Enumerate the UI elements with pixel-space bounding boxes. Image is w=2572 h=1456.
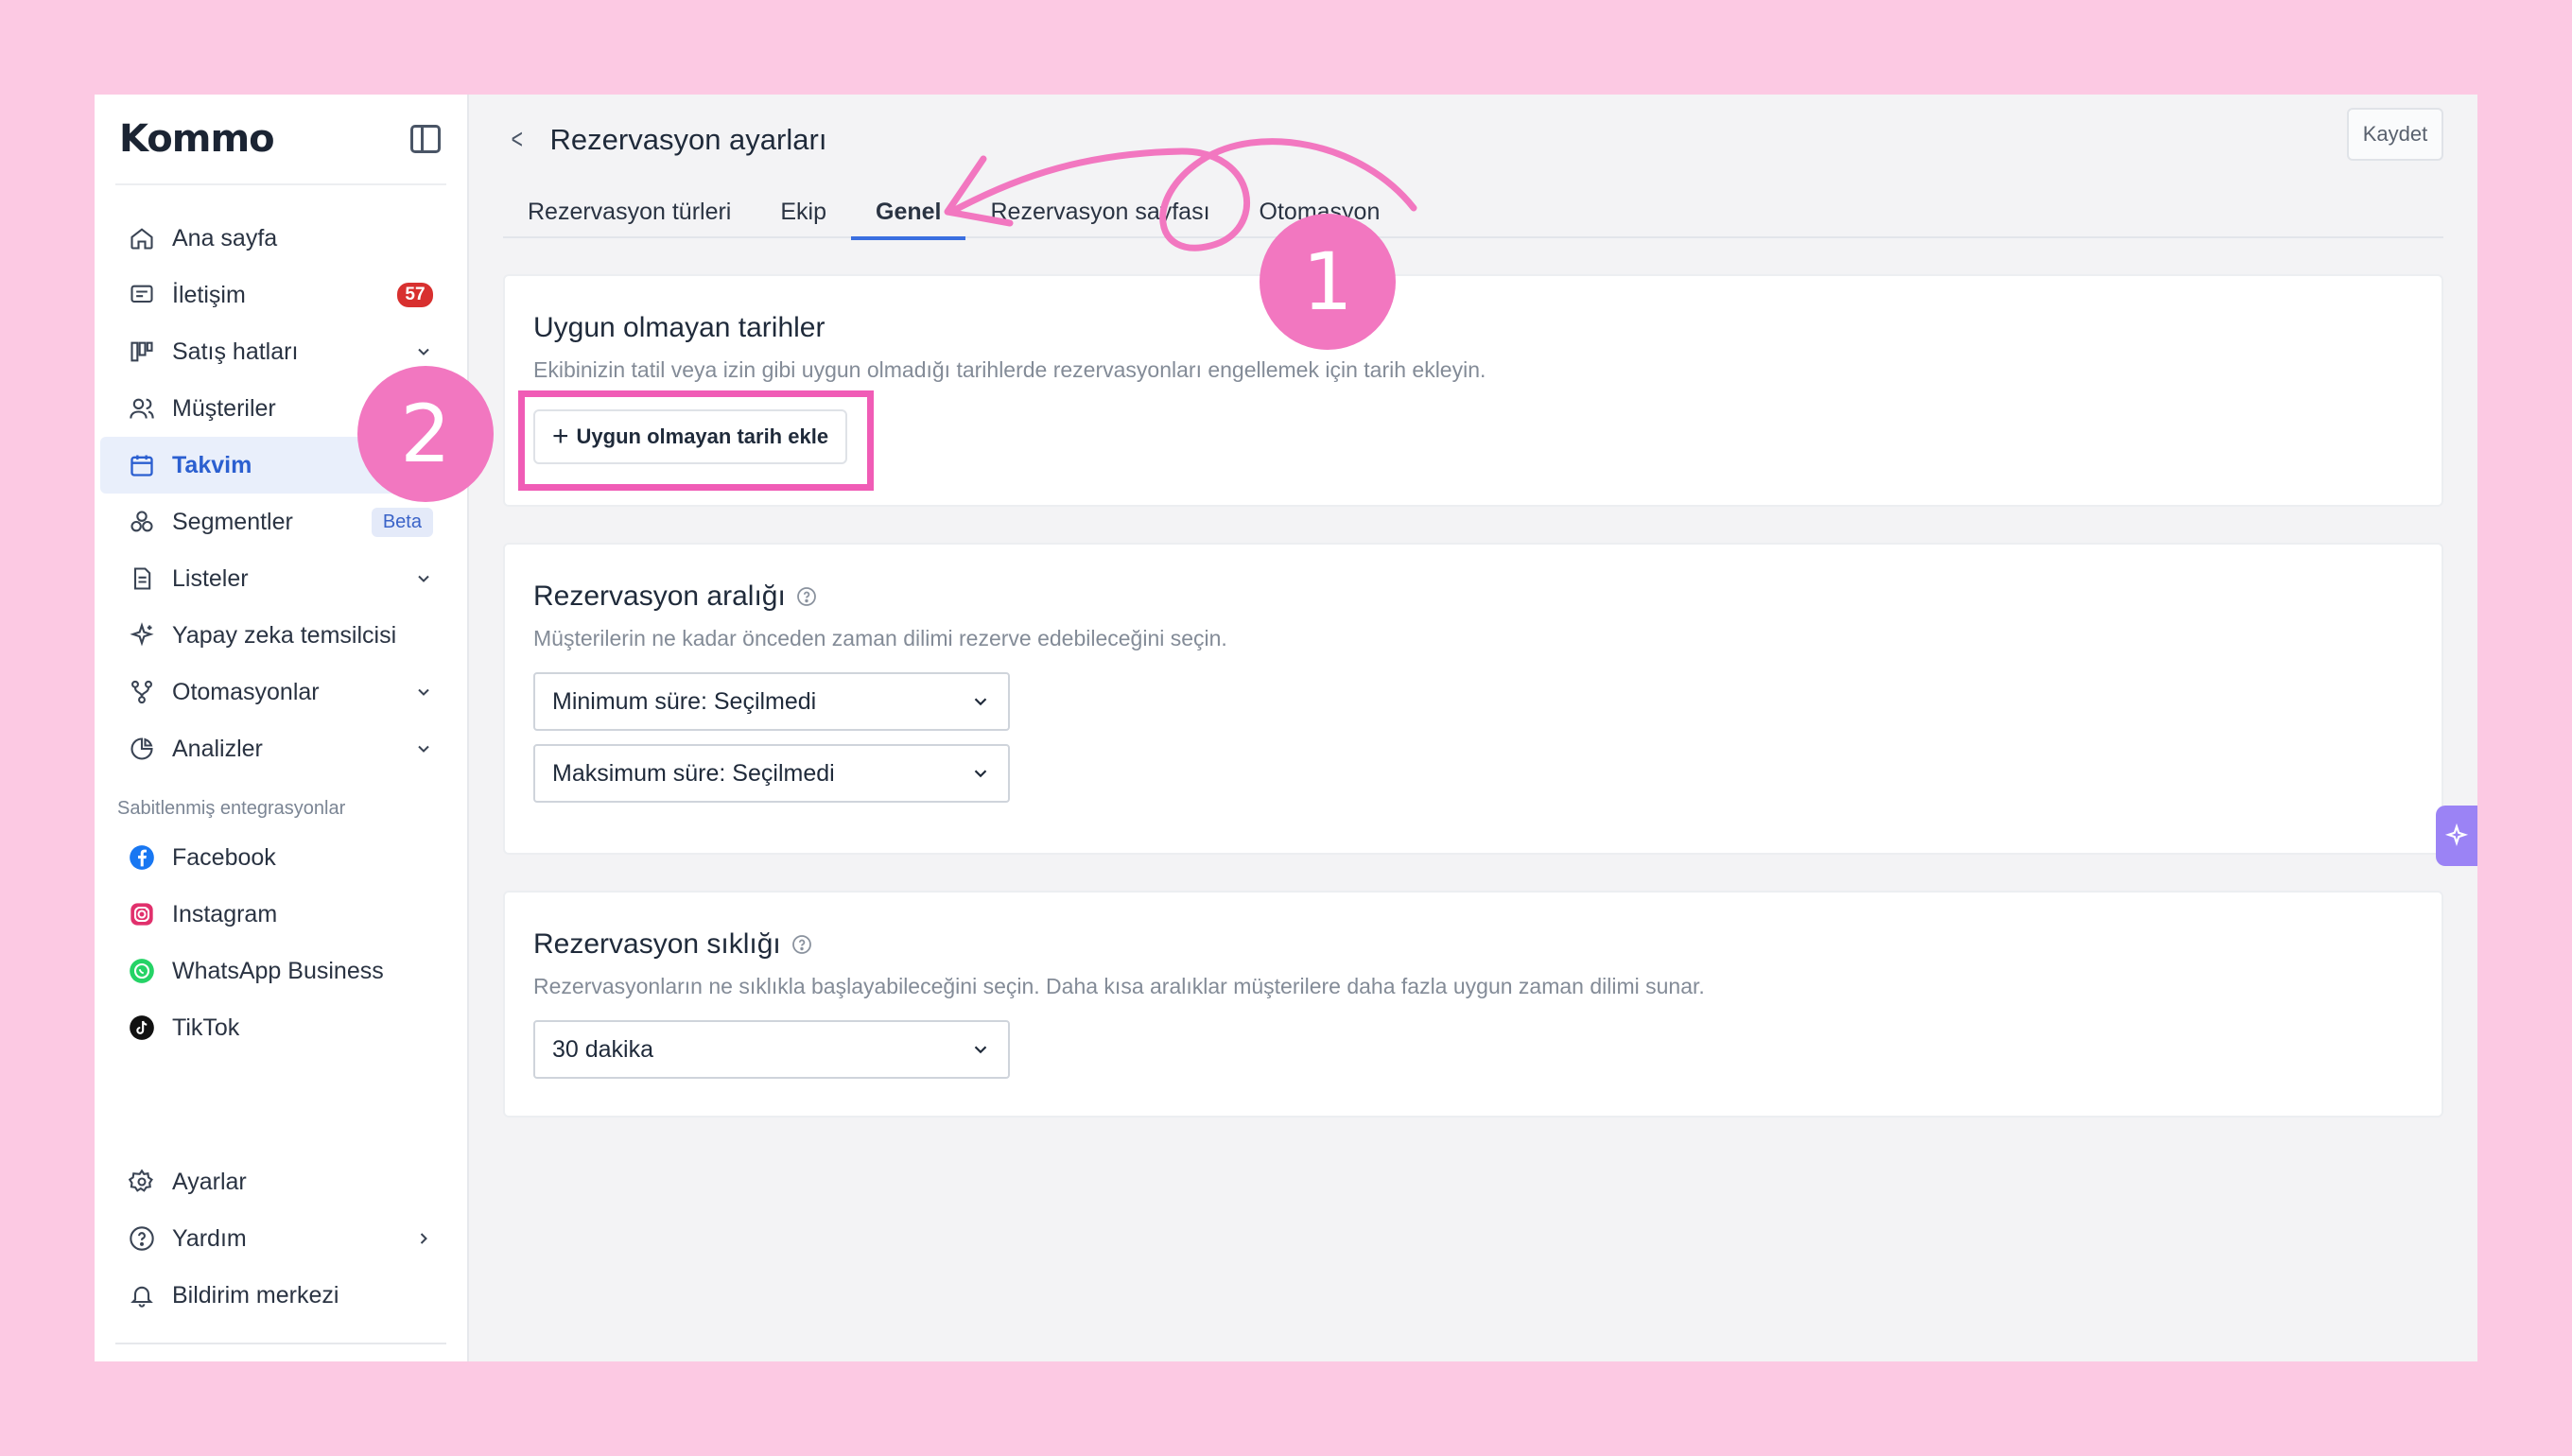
sidebar-item-label: Ayarlar xyxy=(172,1168,247,1195)
list-icon xyxy=(129,565,155,592)
booking-frequency-card: Rezervasyon sıklığı Rezervasyonların ne … xyxy=(503,891,2443,1118)
tab-genel[interactable]: Genel xyxy=(851,185,966,240)
page-header: < Rezervasyon ayarları Kaydet xyxy=(509,95,2443,185)
sidebar-item-label: Facebook xyxy=(172,843,276,871)
sidebar-item-label: Listeler xyxy=(172,564,249,592)
sidebar-item-segmentler[interactable]: Segmentler Beta xyxy=(100,494,461,550)
pipeline-icon xyxy=(129,338,155,365)
unread-count-badge: 57 xyxy=(397,283,433,307)
max-duration-select[interactable]: Maksimum süre: Seçilmedi xyxy=(533,744,1010,803)
sidebar-item-label: Segmentler xyxy=(172,508,293,535)
sidebar-item-facebook[interactable]: Facebook xyxy=(100,829,461,886)
sidebar-bottom: Ayarlar Yardım Bildirim merkezi xyxy=(95,1153,467,1324)
sparkle-icon xyxy=(2444,823,2469,847)
main-content: < Rezervasyon ayarları Kaydet Rezervasyo… xyxy=(469,95,2477,1361)
sidebar-item-label: İletişim xyxy=(172,281,246,308)
card-description: Rezervasyonların ne sıklıkla başlayabile… xyxy=(533,974,1705,998)
highlight-box xyxy=(518,390,874,491)
tab-ekip[interactable]: Ekip xyxy=(756,185,851,238)
sidebar-item-label: Otomasyonlar xyxy=(172,678,320,705)
home-icon xyxy=(129,225,155,251)
analytics-icon xyxy=(129,736,155,762)
card-description: Ekibinizin tatil veya izin gibi uygun ol… xyxy=(533,357,1486,382)
sidebar-item-label: Bildirim merkezi xyxy=(172,1281,339,1309)
facebook-icon xyxy=(129,844,155,871)
save-button[interactable]: Kaydet xyxy=(2347,108,2443,161)
pinned-integrations-label: Sabitlenmiş entegrasyonlar xyxy=(117,798,346,819)
sidebar-item-bildirim[interactable]: Bildirim merkezi xyxy=(100,1267,461,1324)
select-value: Maksimum süre: Seçilmedi xyxy=(552,759,835,787)
min-duration-select[interactable]: Minimum süre: Seçilmedi xyxy=(533,672,1010,731)
sidebar-item-otomasyonlar[interactable]: Otomasyonlar xyxy=(100,664,461,720)
kommo-logo: Kommo xyxy=(119,117,275,161)
card-title-text: Rezervasyon aralığı xyxy=(533,581,786,612)
card-title: Uygun olmayan tarihler xyxy=(533,312,825,343)
sidebar-item-label: Analizler xyxy=(172,735,263,762)
sidebar-item-yapay-zeka[interactable]: Yapay zeka temsilcisi xyxy=(100,607,461,664)
sidebar-item-label: Ana sayfa xyxy=(172,224,278,251)
card-title: Rezervasyon sıklığı xyxy=(533,928,2413,961)
chevron-down-icon[interactable] xyxy=(414,683,433,702)
automation-icon xyxy=(129,679,155,705)
sidebar-item-ana-sayfa[interactable]: Ana sayfa xyxy=(100,210,461,267)
chevron-right-icon[interactable] xyxy=(414,1229,433,1248)
card-description: Müşterilerin ne kadar önceden zaman dili… xyxy=(533,626,1227,650)
sidebar-item-label: Yardım xyxy=(172,1224,247,1252)
sidebar-item-label: Yapay zeka temsilcisi xyxy=(172,621,397,649)
back-button[interactable]: < xyxy=(512,124,523,156)
sidebar-collapse-icon[interactable] xyxy=(410,125,441,153)
chevron-down-icon[interactable] xyxy=(414,569,433,588)
tab-rezervasyon-sayfasi[interactable]: Rezervasyon sayfası xyxy=(965,185,1234,238)
segments-icon xyxy=(129,509,155,535)
sidebar-item-label: TikTok xyxy=(172,1014,240,1041)
bell-icon xyxy=(129,1282,155,1309)
instagram-icon xyxy=(129,901,155,927)
sparkle-icon xyxy=(129,622,155,649)
chat-icon xyxy=(129,282,155,308)
sidebar-item-label: Satış hatları xyxy=(172,338,299,365)
frequency-select[interactable]: 30 dakika xyxy=(533,1020,1010,1079)
sidebar-item-iletisim[interactable]: İletişim 57 xyxy=(100,267,461,323)
sidebar-item-listeler[interactable]: Listeler xyxy=(100,550,461,607)
beta-badge: Beta xyxy=(371,507,433,537)
question-icon[interactable] xyxy=(795,585,818,608)
sidebar-item-label: WhatsApp Business xyxy=(172,957,384,984)
chevron-down-icon xyxy=(974,1046,987,1054)
question-icon[interactable] xyxy=(791,933,813,956)
page-title: Rezervasyon ayarları xyxy=(549,123,827,156)
chevron-down-icon xyxy=(974,770,987,778)
main-nav: Ana sayfa İletişim 57 Satış hatları Müşt… xyxy=(95,185,467,1056)
tab-bar: Rezervasyon türleri Ekip Genel Rezervasy… xyxy=(503,185,2443,240)
brand-bar: Kommo xyxy=(115,95,446,185)
sidebar: Kommo Ana sayfa İletişim 57 Satış hatlar… xyxy=(95,95,469,1361)
tiktok-icon xyxy=(129,1014,155,1041)
ai-assistant-button[interactable] xyxy=(2436,806,2477,866)
chevron-down-icon xyxy=(974,698,987,706)
tab-rezervasyon-turleri[interactable]: Rezervasyon türleri xyxy=(503,185,756,238)
chevron-down-icon[interactable] xyxy=(414,739,433,758)
card-title-text: Rezervasyon sıklığı xyxy=(533,928,781,960)
select-value: 30 dakika xyxy=(552,1035,654,1063)
sidebar-item-analizler[interactable]: Analizler xyxy=(100,720,461,777)
sidebar-item-ayarlar[interactable]: Ayarlar xyxy=(100,1153,461,1210)
divider xyxy=(115,1343,446,1344)
calendar-icon xyxy=(129,452,155,478)
help-icon xyxy=(129,1225,155,1252)
sidebar-item-instagram[interactable]: Instagram xyxy=(100,886,461,943)
card-title: Rezervasyon aralığı xyxy=(533,581,2413,613)
sidebar-item-label: Instagram xyxy=(172,900,278,927)
step-1-marker: 1 xyxy=(1260,214,1396,350)
select-value: Minimum süre: Seçilmedi xyxy=(552,687,817,715)
booking-range-card: Rezervasyon aralığı Müşterilerin ne kada… xyxy=(503,543,2443,855)
users-icon xyxy=(129,395,155,422)
step-2-marker: 2 xyxy=(357,366,494,502)
sidebar-item-whatsapp[interactable]: WhatsApp Business xyxy=(100,943,461,999)
whatsapp-icon xyxy=(129,958,155,984)
gear-icon xyxy=(129,1169,155,1195)
sidebar-item-yardim[interactable]: Yardım xyxy=(100,1210,461,1267)
chevron-down-icon[interactable] xyxy=(414,342,433,361)
sidebar-item-tiktok[interactable]: TikTok xyxy=(100,999,461,1056)
